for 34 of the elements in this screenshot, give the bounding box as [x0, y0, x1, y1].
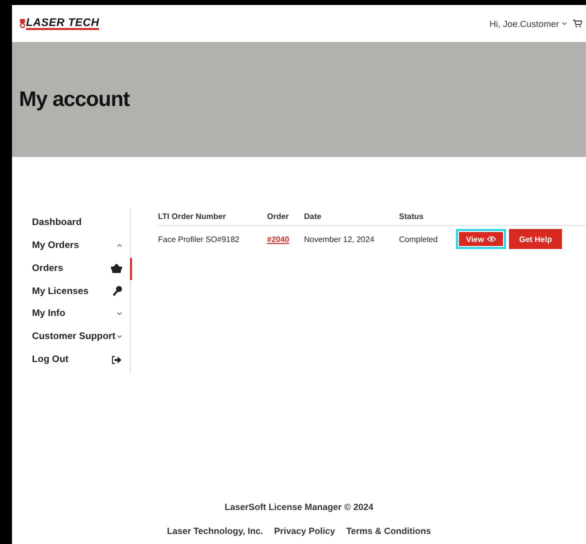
table-cell-text: November 12, 2024 [304, 234, 376, 244]
footer-link[interactable]: Laser Technology, Inc. [166, 526, 264, 536]
footer-link[interactable]: Privacy Policy [274, 526, 336, 536]
caret-down-icon [117, 335, 122, 338]
column-header: LTI Order Number [158, 212, 227, 221]
eye-icon [487, 236, 496, 242]
caret-down-icon [562, 22, 567, 25]
copyright-text: LaserSoft License Manager © 2024 [224, 502, 374, 512]
column-header: Date [304, 212, 322, 221]
cart-icon[interactable] [573, 19, 582, 28]
column-header: Order [267, 212, 290, 221]
key-icon [113, 286, 122, 296]
footer-link[interactable]: Terms & Conditions [346, 526, 432, 536]
sidebar-item[interactable]: Orders [32, 256, 130, 280]
basket-icon [111, 264, 122, 273]
sidebar-item[interactable]: Customer Support [32, 325, 130, 348]
caret-down-icon [117, 312, 122, 316]
table-cell-text: Completed [399, 234, 439, 244]
sidebar-item[interactable]: My Licenses [32, 280, 130, 302]
help-button[interactable]: Get Help [509, 229, 562, 249]
column-header: Status [399, 212, 424, 221]
caret-up-icon [117, 244, 122, 247]
logo-text[interactable]: LASER TECH [26, 18, 100, 30]
order-link[interactable]: #2040 [267, 234, 290, 244]
user-menu[interactable]: Hi, Joe.Customer [489, 18, 567, 28]
page-title: My account [19, 88, 130, 112]
logo-icon [20, 19, 25, 28]
sidebar-item[interactable]: Log Out [32, 348, 130, 372]
sidebar-item[interactable]: My Info [32, 302, 130, 326]
logout-icon [112, 356, 122, 364]
sidebar-item[interactable]: My Orders [32, 234, 130, 257]
table-cell-text: Face Profiler SO#9182 [158, 234, 240, 244]
sidebar-item[interactable]: Dashboard [32, 211, 130, 234]
view-button[interactable]: View [456, 229, 506, 249]
